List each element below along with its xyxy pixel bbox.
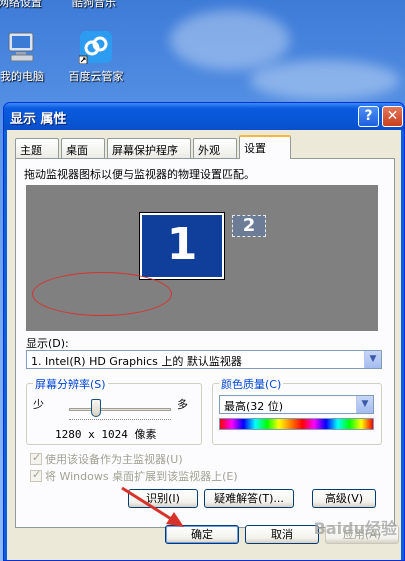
monitor-1-icon[interactable]: 1: [139, 212, 225, 280]
advanced-button[interactable]: 高级(V): [312, 489, 376, 508]
resolution-slider-track[interactable]: [69, 408, 171, 411]
chevron-down-icon: ▼: [364, 351, 381, 368]
display-select[interactable]: 1. Intel(R) HD Graphics 上的 默认监视器 ▼: [26, 350, 382, 369]
help-button[interactable]: ?: [358, 106, 379, 127]
settings-tab-panel: 拖动监视器图标以便与监视器的物理设置匹配。 1 2 显示(D): 1. Inte…: [15, 158, 395, 528]
resolution-group: 屏幕分辨率(S) 少 多 1280 x 1024 像素: [26, 376, 202, 445]
instruction-text: 拖动监视器图标以便与监视器的物理设置匹配。: [24, 168, 255, 181]
tab-desktop[interactable]: 桌面: [61, 138, 105, 158]
chevron-down-icon: ▼: [356, 396, 373, 413]
display-select-value: 1. Intel(R) HD Graphics 上的 默认监视器: [31, 355, 242, 368]
color-quality-group-title: 颜色质量(C): [219, 376, 284, 392]
watermark-text: Baidu经验: [313, 519, 397, 538]
desktop-icon-baidu-cloud[interactable]: 百度云管家: [56, 30, 136, 84]
resolution-value: 1280 x 1024 像素: [55, 428, 157, 441]
desktop-top-label-1: 网络设置: [0, 0, 42, 9]
annotation-arrow: [121, 486, 184, 527]
primary-monitor-checkbox: 使用该设备作为主监视器(U): [30, 451, 183, 467]
color-quality-select[interactable]: 最高(32 位) ▼: [219, 395, 374, 414]
tab-screensaver[interactable]: 屏幕保护程序: [107, 138, 191, 158]
color-quality-value: 最高(32 位): [224, 400, 284, 413]
cancel-button[interactable]: 取消: [245, 525, 319, 544]
checkbox-label: 使用该设备作为主监视器(U): [45, 453, 183, 466]
title-bar[interactable]: 显示 属性 ? ✕: [4, 103, 404, 130]
desktop-top-label-2: 酷狗音乐: [72, 0, 116, 9]
dialog-client-area: 主题 桌面 屏幕保护程序 外观 设置 拖动监视器图标以便与监视器的物理设置匹配。…: [7, 130, 401, 560]
checkbox-box: [30, 451, 42, 465]
annotation-ellipse: [32, 272, 172, 316]
checkbox-box: [30, 468, 42, 482]
tab-settings[interactable]: 设置: [239, 135, 291, 159]
resolution-group-title: 屏幕分辨率(S): [33, 376, 108, 392]
window-title: 显示 属性: [10, 112, 67, 127]
color-spectrum-bar: [219, 418, 374, 430]
tab-appearance[interactable]: 外观: [193, 138, 237, 158]
close-button[interactable]: ✕: [382, 106, 403, 127]
troubleshoot-button[interactable]: 疑难解答(T)...: [204, 489, 294, 508]
resolution-more-label: 多: [177, 398, 188, 411]
baidu-cloud-icon: [78, 30, 113, 65]
color-quality-group: 颜色质量(C) 最高(32 位) ▼: [212, 376, 382, 445]
desktop-icon-my-computer[interactable]: 我的电脑: [0, 30, 62, 84]
desktop-icon-label: 百度云管家: [68, 70, 124, 83]
monitor-2-icon[interactable]: 2: [232, 215, 266, 237]
tab-theme[interactable]: 主题: [15, 138, 59, 158]
monitor-2-number: 2: [242, 215, 256, 236]
resolution-less-label: 少: [33, 398, 44, 411]
monitor-1-number: 1: [166, 219, 198, 270]
resolution-slider-thumb[interactable]: [91, 399, 101, 417]
my-computer-icon: [5, 30, 39, 64]
display-properties-window: 显示 属性 ? ✕ 主题 桌面 屏幕保护程序 外观 设置 拖动监视器图标以便与监…: [3, 102, 405, 561]
slider-ticks: [69, 419, 171, 421]
display-label: 显示(D):: [26, 337, 69, 350]
desktop-icon-label: 我的电脑: [0, 70, 44, 83]
